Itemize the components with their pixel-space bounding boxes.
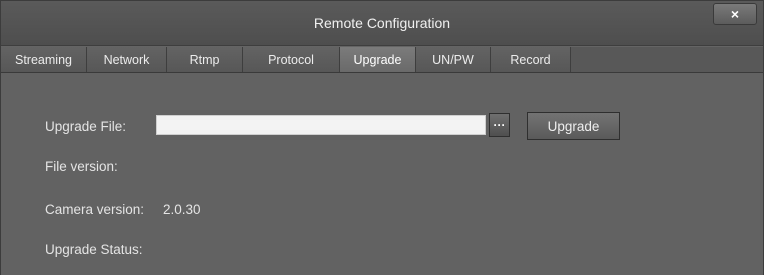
camera-version-value: 2.0.30 <box>163 202 201 217</box>
tab-streaming[interactable]: Streaming <box>1 47 87 72</box>
tab-record[interactable]: Record <box>491 47 571 72</box>
tab-bar: Streaming Network Rtmp Protocol Upgrade … <box>1 47 763 73</box>
upgrade-panel: Upgrade File: ··· Upgrade File version: … <box>1 73 763 275</box>
upgrade-file-input[interactable] <box>156 115 486 135</box>
tab-network[interactable]: Network <box>87 47 167 72</box>
upgrade-status-label: Upgrade Status: <box>45 242 143 257</box>
camera-version-label: Camera version: <box>45 202 145 217</box>
remote-configuration-window: Remote Configuration × Streaming Network… <box>0 0 764 275</box>
tab-protocol[interactable]: Protocol <box>243 47 340 72</box>
browse-file-button[interactable]: ··· <box>489 113 510 137</box>
close-button[interactable]: × <box>713 3 757 25</box>
window-title: Remote Configuration <box>313 15 451 31</box>
tab-rtmp[interactable]: Rtmp <box>167 47 243 72</box>
title-bar: Remote Configuration × <box>1 1 763 46</box>
file-version-label: File version: <box>45 159 118 174</box>
close-icon: × <box>730 6 740 22</box>
tab-upgrade[interactable]: Upgrade <box>340 47 416 72</box>
upgrade-file-label: Upgrade File: <box>45 119 127 134</box>
tab-un-pw[interactable]: UN/PW <box>416 47 491 72</box>
upgrade-button[interactable]: Upgrade <box>527 112 620 140</box>
ellipsis-icon: ··· <box>493 118 506 132</box>
